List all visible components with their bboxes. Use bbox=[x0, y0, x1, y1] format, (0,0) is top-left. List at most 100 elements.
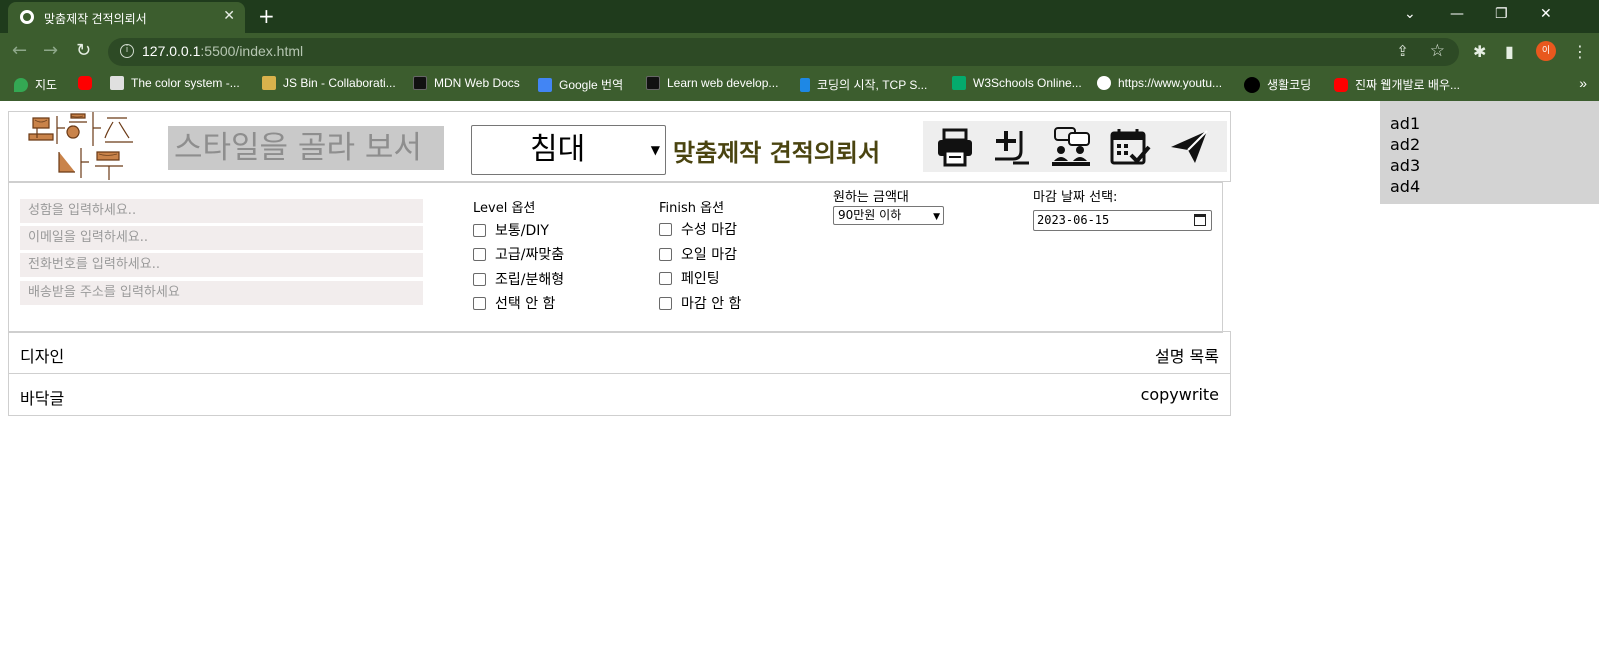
side-panel-icon[interactable]: ▮ bbox=[1505, 42, 1514, 61]
address-bar[interactable]: i 127.0.0.1:5500/index.html ⇪ ☆ bbox=[108, 38, 1459, 66]
bookmark-google-translate[interactable]: Google 번역 bbox=[538, 76, 623, 93]
add-edit-icon[interactable] bbox=[991, 125, 1035, 169]
bookmark-color-system[interactable]: The color system -... bbox=[110, 76, 240, 90]
tab-close-icon[interactable]: ✕ bbox=[223, 8, 235, 24]
level-option-premium[interactable]: 고급/짜맞춤 bbox=[473, 244, 564, 264]
name-field[interactable]: 성함을 입력하세요.. bbox=[20, 199, 423, 223]
bookmark-label: 진짜 웹개발로 배우... bbox=[1355, 78, 1460, 92]
send-icon[interactable] bbox=[1167, 125, 1211, 169]
bookmark-label: 생활코딩 bbox=[1267, 78, 1312, 92]
url-text: 127.0.0.1:5500/index.html bbox=[142, 43, 303, 59]
bookmark-tcp[interactable]: 코딩의 시작, TCP S... bbox=[800, 76, 927, 93]
translate-icon bbox=[538, 77, 552, 92]
bookmark-label: JS Bin - Collaborati... bbox=[283, 76, 396, 90]
forward-icon[interactable]: → bbox=[43, 41, 58, 61]
checkbox[interactable] bbox=[659, 271, 672, 285]
tab-title: 맞춤제작 견적의뢰서 bbox=[44, 12, 147, 26]
design-label: 디자인 bbox=[20, 347, 65, 366]
finish-options-title: Finish 옵션 bbox=[659, 201, 725, 216]
level-option-assembly[interactable]: 조립/분해형 bbox=[473, 269, 564, 289]
ad-item[interactable]: ad3 bbox=[1390, 155, 1589, 176]
youtube-icon bbox=[78, 76, 92, 90]
bookmark-label: Learn web develop... bbox=[667, 76, 779, 90]
calendar-icon[interactable] bbox=[1194, 214, 1206, 226]
back-icon[interactable]: ← bbox=[12, 41, 27, 61]
page-icon bbox=[110, 76, 124, 90]
checkbox[interactable] bbox=[473, 247, 486, 261]
checkbox-label: 고급/짜맞춤 bbox=[495, 247, 565, 263]
share-icon[interactable]: ⇪ bbox=[1396, 42, 1409, 60]
finish-option-oil[interactable]: 오일 마감 bbox=[659, 244, 737, 264]
phone-field[interactable]: 전화번호를 입력하세요.. bbox=[20, 253, 423, 277]
bookmark-label: The color system -... bbox=[131, 76, 240, 90]
maps-icon bbox=[14, 77, 28, 92]
tcp-icon bbox=[800, 77, 810, 92]
bookmark-learn-web[interactable]: Learn web develop... bbox=[646, 76, 778, 90]
email-field[interactable]: 이메일을 입력하세요.. bbox=[20, 226, 423, 250]
bookmark-opentutorials[interactable]: 생활코딩 bbox=[1244, 76, 1311, 93]
bookmark-jsbin[interactable]: JS Bin - Collaborati... bbox=[262, 76, 396, 90]
ad-item[interactable]: ad2 bbox=[1390, 134, 1589, 155]
checkbox[interactable] bbox=[473, 296, 486, 310]
deadline-title: 마감 날짜 선택: bbox=[1033, 190, 1118, 205]
bookmark-youtube-url[interactable]: https://www.youtu... bbox=[1097, 76, 1222, 90]
furniture-select-value: 침대 bbox=[530, 132, 586, 167]
checkbox[interactable] bbox=[473, 272, 486, 286]
price-range-select[interactable]: 90만원 이하 ▼ bbox=[833, 206, 944, 225]
site-info-icon[interactable]: i bbox=[120, 44, 134, 58]
url-path: :5500/index.html bbox=[200, 43, 304, 59]
copyright-text: copywrite bbox=[1140, 385, 1219, 404]
bookmark-star-icon[interactable]: ☆ bbox=[1430, 41, 1445, 61]
page-title: 맞춤제작 견적의뢰서 bbox=[673, 139, 881, 167]
minimize-icon[interactable]: — bbox=[1450, 6, 1464, 22]
meeting-icon[interactable] bbox=[1049, 125, 1093, 169]
checkbox[interactable] bbox=[659, 296, 672, 310]
address-field[interactable]: 배송받을 주소를 입력하세요 bbox=[20, 281, 423, 305]
browser-tab[interactable]: 맞춤제작 견적의뢰서 ✕ bbox=[8, 2, 245, 33]
calendar-check-icon[interactable] bbox=[1107, 125, 1151, 169]
deadline-date-input[interactable]: 2023-06-15 bbox=[1033, 210, 1212, 231]
tab-search-icon[interactable]: ⌄ bbox=[1404, 6, 1416, 22]
footer: 바닥글 copywrite bbox=[8, 373, 1231, 416]
new-tab-button[interactable]: + bbox=[258, 5, 275, 27]
description-list-label: 설명 목록 bbox=[1155, 347, 1219, 366]
checkbox[interactable] bbox=[659, 247, 672, 261]
price-range-value: 90만원 이하 bbox=[838, 208, 902, 222]
bookmarks-overflow-icon[interactable]: » bbox=[1579, 75, 1587, 91]
bookmark-w3schools[interactable]: W3Schools Online... bbox=[952, 76, 1082, 90]
checkbox[interactable] bbox=[659, 222, 672, 236]
footer-label: 바닥글 bbox=[20, 389, 65, 408]
page-viewport: 스타일을 골라 보서 침대 ▼ 맞춤제작 견적의뢰서 ad1 ad2 ad3 a… bbox=[0, 101, 1599, 666]
furniture-select[interactable]: 침대 ▼ bbox=[471, 125, 666, 175]
printer-icon[interactable] bbox=[933, 125, 977, 169]
reload-icon[interactable]: ↻ bbox=[76, 41, 91, 61]
ad-item[interactable]: ad4 bbox=[1390, 176, 1589, 197]
globe-icon bbox=[1097, 76, 1111, 90]
price-range-title: 원하는 금액대 bbox=[833, 190, 909, 205]
bookmark-label: Google 번역 bbox=[559, 78, 624, 92]
finish-option-none[interactable]: 마감 안 함 bbox=[659, 293, 741, 313]
bookmark-real-webdev[interactable]: 진짜 웹개발로 배우... bbox=[1334, 76, 1460, 93]
finish-option-water[interactable]: 수성 마감 bbox=[659, 219, 737, 239]
restore-icon[interactable]: ❐ bbox=[1495, 6, 1508, 22]
menu-icon[interactable]: ⋮ bbox=[1572, 42, 1588, 61]
bookmark-mdn[interactable]: MDN Web Docs bbox=[413, 76, 520, 90]
level-options-title: Level 옵션 bbox=[473, 201, 536, 216]
globe-icon bbox=[20, 10, 34, 24]
profile-avatar[interactable]: 이 bbox=[1536, 41, 1556, 61]
close-window-icon[interactable]: ✕ bbox=[1540, 6, 1552, 22]
checkbox[interactable] bbox=[473, 223, 486, 237]
style-search-input[interactable]: 스타일을 골라 보서 bbox=[168, 126, 444, 170]
bookmark-youtube[interactable] bbox=[78, 76, 92, 90]
page-header: 스타일을 골라 보서 침대 ▼ 맞춤제작 견적의뢰서 bbox=[8, 111, 1231, 182]
action-icon-bar bbox=[923, 121, 1227, 172]
level-option-diy[interactable]: 보통/DIY bbox=[473, 220, 549, 240]
extensions-icon[interactable]: ✱ bbox=[1473, 42, 1486, 61]
logo-image bbox=[28, 112, 133, 180]
level-option-none[interactable]: 선택 안 함 bbox=[473, 293, 555, 313]
ad-item[interactable]: ad1 bbox=[1390, 113, 1589, 134]
checkbox-label: 마감 안 함 bbox=[681, 296, 742, 312]
ad-panel: ad1 ad2 ad3 ad4 bbox=[1380, 101, 1599, 204]
bookmark-maps[interactable]: 지도 bbox=[14, 76, 57, 93]
finish-option-paint[interactable]: 페인팅 bbox=[659, 268, 720, 288]
